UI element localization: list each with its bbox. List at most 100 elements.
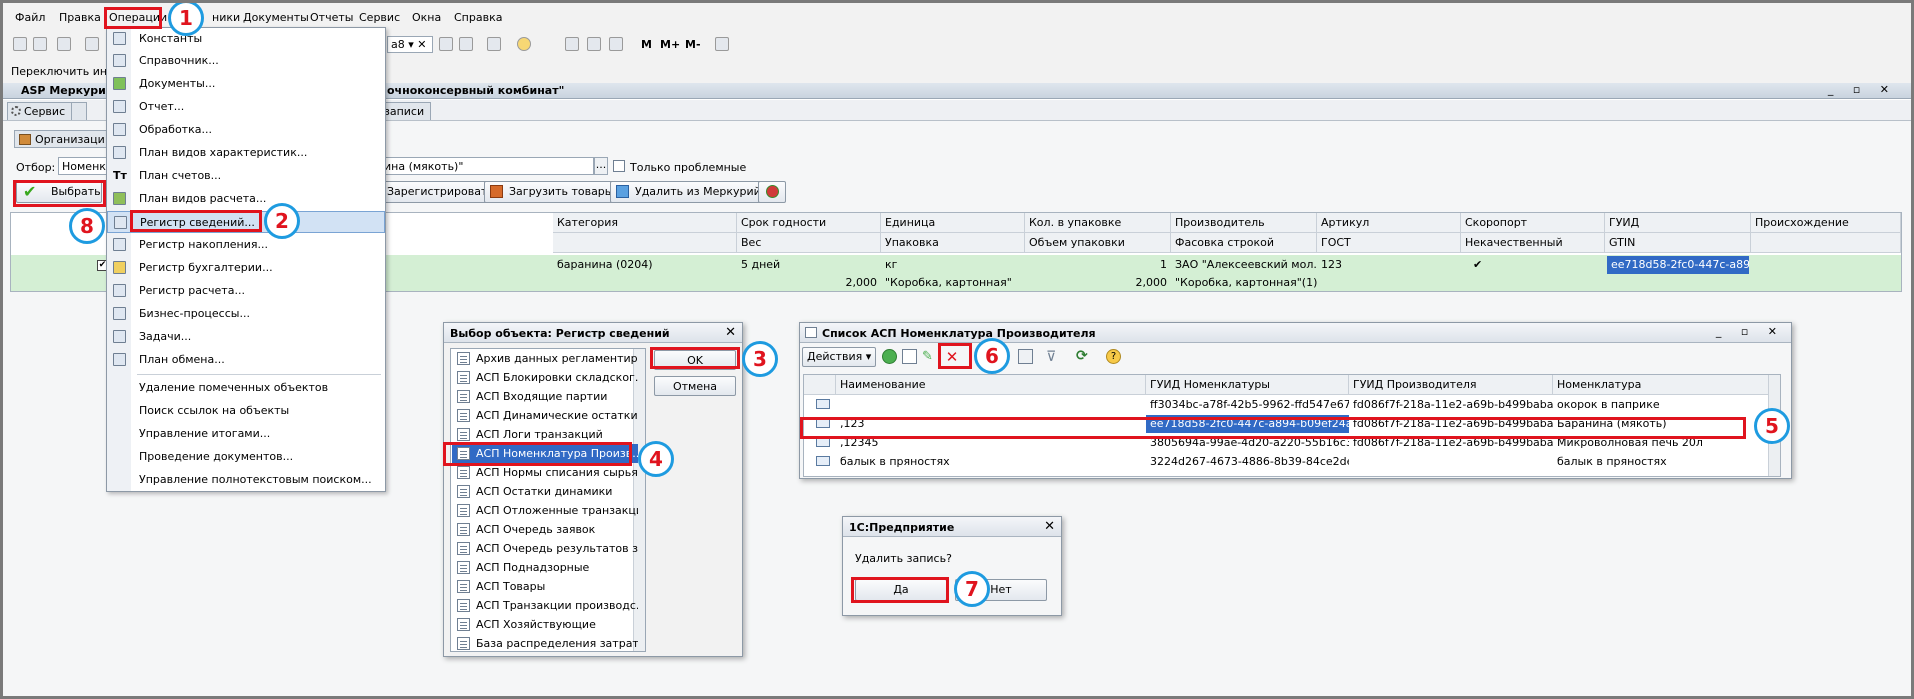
edit-icon[interactable]: ✎ [922, 349, 937, 364]
copy-row-icon[interactable] [902, 349, 917, 364]
ok-button[interactable]: OK [654, 350, 736, 370]
menu-item-fulltext[interactable]: Управление полнотекстовым поиском... [107, 469, 385, 491]
list-item[interactable]: АСП Транзакции производс... [452, 596, 638, 615]
filter-icon[interactable] [1018, 349, 1033, 364]
list-item[interactable]: АСП Очередь заявок [452, 520, 638, 539]
col-package[interactable]: Упаковка [881, 233, 1025, 253]
help-icon[interactable]: ? [1106, 349, 1121, 364]
col-producer[interactable]: Производитель [1171, 213, 1317, 233]
register-button[interactable]: Зарегистрировать [380, 181, 501, 203]
cell-guid-nom[interactable]: 3224d267-4673-4886-8b39-84ce2de5... [1146, 453, 1349, 471]
menu-item-calc-types[interactable]: План видов расчета... [107, 188, 385, 210]
cell-guid-prod[interactable] [1349, 453, 1553, 471]
filter-select-button[interactable]: ... [594, 157, 608, 175]
col-origin[interactable]: Происхождение [1751, 213, 1901, 233]
list-item[interactable]: АСП Очередь результатов з... [452, 539, 638, 558]
menu-item-business-processes[interactable]: Бизнес-процессы... [107, 303, 385, 325]
menu-help[interactable]: Справка [454, 11, 502, 24]
new-icon[interactable] [13, 37, 27, 51]
cell-name[interactable] [836, 396, 1146, 414]
cell-guid-prod[interactable]: fd086f7f-218a-11e2-a69b-b499babae7ea [1349, 396, 1553, 414]
col-low-quality[interactable]: Некачественный [1461, 233, 1605, 253]
only-problem-checkbox[interactable] [613, 160, 625, 172]
menu-item-documents[interactable]: Документы... [107, 73, 385, 95]
delete-from-mercury-button[interactable]: Удалить из Меркурий [610, 181, 768, 203]
list-item[interactable]: АСП Входящие партии [452, 387, 638, 406]
font-size-combo[interactable]: a8 ▾ ✕ [387, 36, 433, 53]
list-item[interactable]: АСП Блокировки складског... [452, 368, 638, 387]
col-weight[interactable]: Вес [737, 233, 881, 253]
menu-item-constants[interactable]: Константы [107, 28, 385, 50]
filter-field-value[interactable]: ина (мякоть)" [380, 157, 594, 175]
menu-file[interactable]: Файл [15, 11, 45, 24]
actions-menu[interactable]: Действия ▾ [802, 347, 877, 367]
list-item[interactable]: АСП Отложенные транзакции [452, 501, 638, 520]
col-guid[interactable]: ГУИД [1605, 213, 1751, 233]
calendar-icon[interactable] [587, 37, 601, 51]
cell-nomenclature[interactable]: Микроволновая печь 20л [1553, 434, 1768, 452]
delete-icon[interactable]: ✕ [942, 348, 962, 366]
select-button[interactable]: ✔ Выбрать [16, 181, 102, 203]
list-item[interactable]: АСП Остатки динамики [452, 482, 638, 501]
menu-item-info-register[interactable]: Регистр сведений... [107, 211, 385, 233]
list-window-controls[interactable]: _ ▫ ✕ [1716, 325, 1785, 338]
users-icon[interactable] [609, 37, 623, 51]
refresh-icon[interactable]: ⟳ [1076, 348, 1091, 364]
list-item[interactable]: База распределения затрат... [452, 634, 638, 653]
list-item[interactable]: АСП Поднадзорные [452, 558, 638, 577]
add-icon[interactable] [882, 349, 897, 364]
cancel-button[interactable]: Отмена [654, 376, 736, 396]
switch-interface-label[interactable]: Переключить инте [11, 65, 120, 78]
col-category[interactable]: Категория [553, 213, 737, 233]
col-packing-string[interactable]: Фасовка строкой [1171, 233, 1317, 253]
memory-m-minus[interactable]: M- [685, 38, 701, 51]
tab-active[interactable] [71, 102, 87, 120]
menu-item-char-types[interactable]: План видов характеристик... [107, 142, 385, 164]
cell-nomenclature[interactable]: окорок в паприке [1553, 396, 1768, 414]
calculator-icon[interactable] [565, 37, 579, 51]
menu-reports[interactable]: Отчеты [310, 11, 353, 24]
list-item[interactable]: АСП Товары [452, 577, 638, 596]
menu-item-accum-register[interactable]: Регистр накопления... [107, 234, 385, 256]
list-item-selected[interactable]: АСП Номенклатура Произв... [452, 444, 638, 463]
col-gost[interactable]: ГОСТ [1317, 233, 1461, 253]
cell-name[interactable]: ,12345 [836, 434, 1146, 452]
tools-icon[interactable] [715, 37, 729, 51]
col-pack-volume[interactable]: Объем упаковки [1025, 233, 1171, 253]
cell-guid-prod[interactable]: fd086f7f-218a-11e2-a69b-b499babae7ea [1349, 434, 1553, 452]
tab-organizations[interactable]: Организаци [14, 130, 108, 148]
info-icon[interactable] [517, 37, 531, 51]
col-guid-nomenclature[interactable]: ГУИД Номенклатуры [1146, 375, 1349, 395]
load-goods-button[interactable]: Загрузить товары [484, 181, 621, 203]
menu-item-delete-marked[interactable]: Удаление помеченных объектов [107, 377, 385, 399]
list-item[interactable]: АСП Нормы списания сырья [452, 463, 638, 482]
memory-m[interactable]: M [641, 38, 652, 51]
menu-edit[interactable]: Правка [59, 11, 101, 24]
list-item[interactable]: АСП Динамические остатки [452, 406, 638, 425]
menu-item-report[interactable]: Отчет... [107, 96, 385, 118]
cell-guid-nom[interactable]: 3805694a-99ae-4d20-a220-55b16c3a... [1146, 434, 1349, 452]
copy-icon[interactable] [487, 37, 501, 51]
search-icon[interactable] [439, 37, 453, 51]
col-qty-pack[interactable]: Кол. в упаковке [1025, 213, 1171, 233]
filter-field-type[interactable]: Номенкл [58, 157, 112, 175]
cell-nomenclature[interactable]: Баранина (мякоть) [1553, 415, 1768, 433]
cell-guid-nom[interactable]: ff3034bc-a78f-42b5-9962-ffd547e67f6e [1146, 396, 1349, 414]
cell-nomenclature[interactable]: балык в пряностях [1553, 453, 1768, 471]
menu-item-calc-register[interactable]: Регистр расчета... [107, 280, 385, 302]
save-icon[interactable] [57, 37, 71, 51]
filter-off-icon[interactable]: ⊽ [1046, 349, 1061, 365]
menu-item-acc-register[interactable]: Регистр бухгалтерии... [107, 257, 385, 279]
menu-item-exchange-plan[interactable]: План обмена... [107, 349, 385, 371]
cell-name[interactable]: балык в пряностях [836, 453, 1146, 471]
export-button[interactable] [758, 181, 786, 203]
menu-item-accounts[interactable]: Тт План счетов... [107, 165, 385, 187]
list-item[interactable]: Архив данных регламентиро... [452, 349, 638, 368]
menu-operations[interactable]: Операции [109, 11, 167, 24]
yes-button[interactable]: Да [855, 579, 947, 601]
col-nomenclature[interactable]: Номенклатура [1553, 375, 1770, 395]
close-icon[interactable]: ✕ [1044, 520, 1055, 533]
list-item[interactable]: АСП Хозяйствующие [452, 615, 638, 634]
search-next-icon[interactable] [459, 37, 473, 51]
col-unit[interactable]: Единица [881, 213, 1025, 233]
